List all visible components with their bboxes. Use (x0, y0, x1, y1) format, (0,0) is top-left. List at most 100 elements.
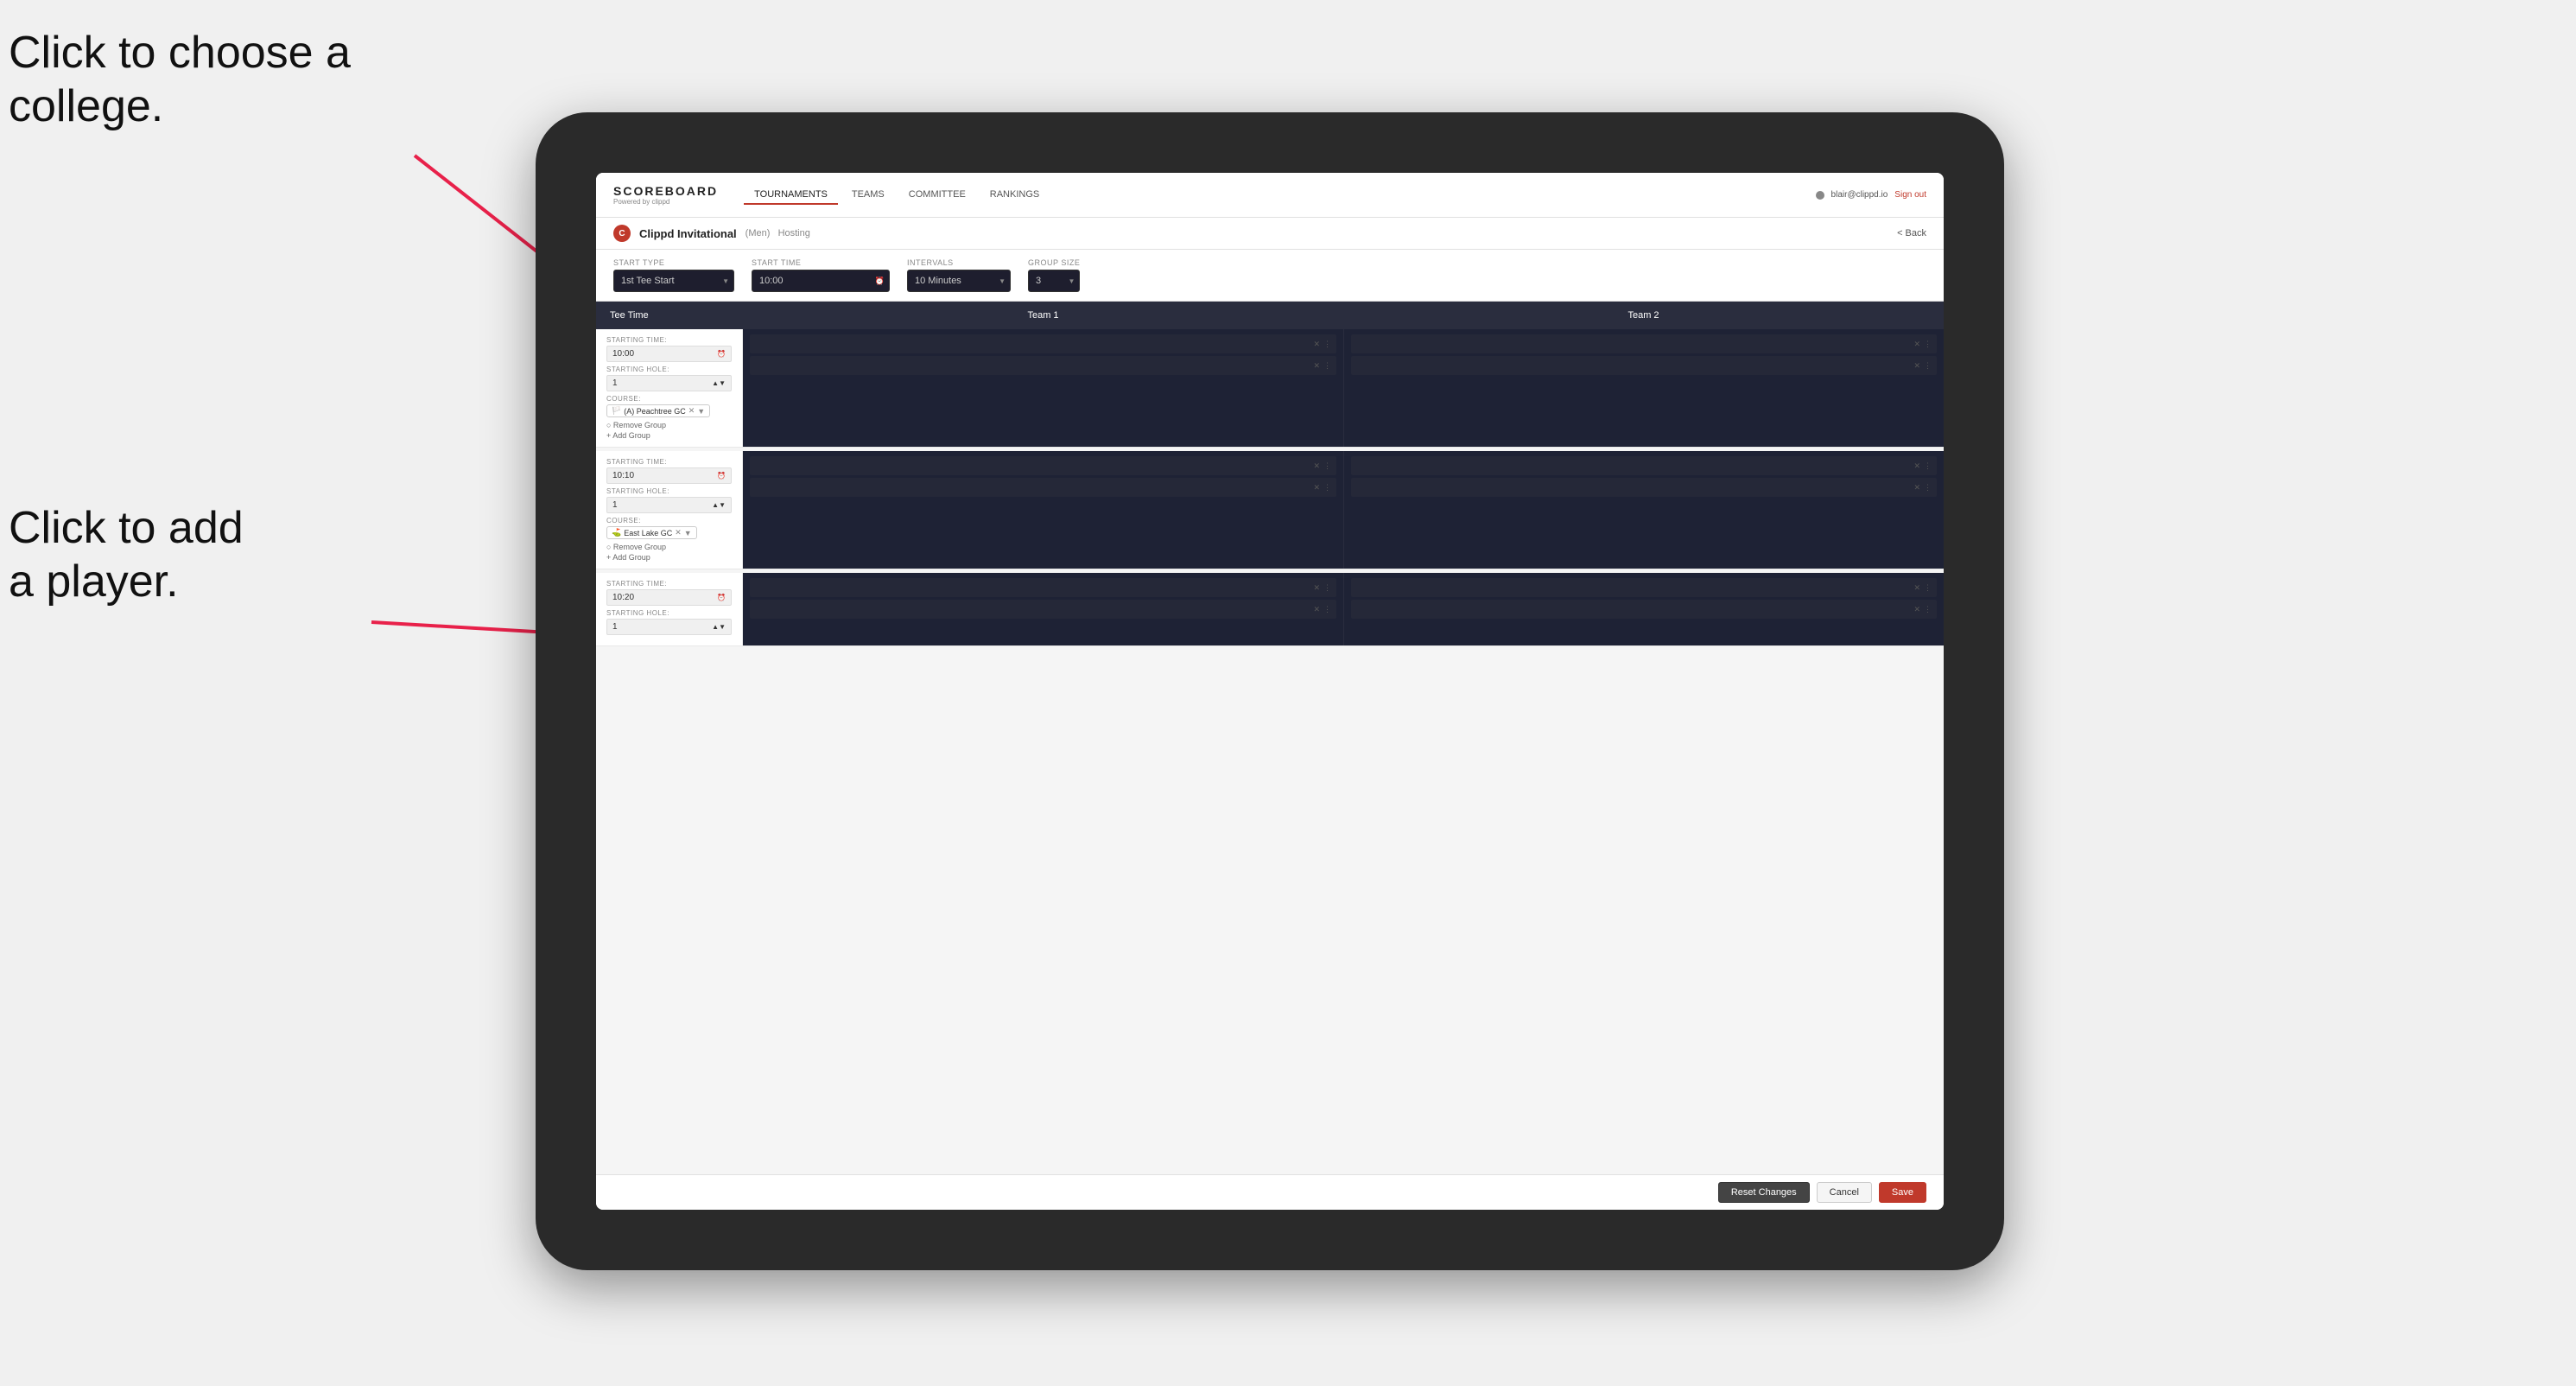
annotation-player: Click to add a player. (9, 501, 244, 609)
row3-t1-s1-x[interactable]: ✕ (1313, 583, 1320, 593)
row1-add-group[interactable]: + Add Group (606, 431, 732, 440)
row1-start-time-value[interactable]: 10:00 ⏰ (606, 346, 732, 362)
row3-team1-slot1[interactable]: ✕ ⋮ (750, 578, 1336, 597)
row2-team1-slot1[interactable]: ✕ ⋮ (750, 456, 1336, 475)
row2-t1-s1-x[interactable]: ✕ (1313, 461, 1320, 471)
start-time-label: Start Time (752, 258, 890, 267)
row1-course-tag[interactable]: 🏳️ (A) Peachtree GC ✕ ▼ (606, 404, 710, 417)
row2-team1: ✕ ⋮ ✕ ⋮ (743, 451, 1343, 569)
main-content[interactable]: STARTING TIME: 10:00 ⏰ STARTING HOLE: 1 … (596, 329, 1944, 1174)
row1-t1-s1-x[interactable]: ✕ (1313, 340, 1320, 349)
row2-course-expand[interactable]: ▼ (684, 529, 692, 537)
group-size-select-wrap: 3 4 2 ▼ (1028, 270, 1080, 292)
row2-start-time-value[interactable]: 10:10 ⏰ (606, 467, 732, 484)
start-time-group: Start Time ⏰ (752, 258, 890, 292)
row3-t1-s2-expand[interactable]: ⋮ (1323, 605, 1331, 614)
save-button[interactable]: Save (1879, 1182, 1926, 1203)
row1-course-label: COURSE: (606, 395, 732, 403)
row3-hole-label: STARTING HOLE: (606, 609, 732, 617)
cancel-button[interactable]: Cancel (1817, 1182, 1872, 1203)
row3-start-time-value[interactable]: 10:20 ⏰ (606, 589, 732, 606)
settings-form: Start Type 1st Tee Start Shotgun Start ▼… (596, 250, 1944, 302)
group-size-label: Group Size (1028, 258, 1080, 267)
row1-course-expand[interactable]: ▼ (697, 407, 705, 416)
row1-t1-s2-expand[interactable]: ⋮ (1323, 361, 1331, 371)
row2-course-row: ⛳ East Lake GC ✕ ▼ (606, 526, 732, 539)
nav-tournaments[interactable]: TOURNAMENTS (744, 186, 838, 205)
row3-t2-s1-x[interactable]: ✕ (1913, 583, 1920, 593)
start-time-wrap: ⏰ (752, 270, 890, 292)
row2-remove-group[interactable]: ○ Remove Group (606, 543, 732, 551)
row3-t1-s1-expand[interactable]: ⋮ (1323, 583, 1331, 593)
back-button[interactable]: < Back (1897, 228, 1926, 238)
row1-team2-slot2[interactable]: ✕ ⋮ (1351, 356, 1937, 375)
tee-row-2-inner: STARTING TIME: 10:10 ⏰ STARTING HOLE: 1 … (596, 451, 1944, 569)
row3-team1-slot2[interactable]: ✕ ⋮ (750, 600, 1336, 619)
row2-course-label: COURSE: (606, 517, 732, 525)
row2-course-name: East Lake GC (624, 529, 672, 537)
row2-t1-s1-expand[interactable]: ⋮ (1323, 461, 1331, 471)
group-size-select[interactable]: 3 4 2 (1028, 270, 1080, 292)
start-type-group: Start Type 1st Tee Start Shotgun Start ▼ (613, 258, 734, 292)
row2-actions: ○ Remove Group + Add Group (606, 543, 732, 562)
row3-team2: ✕ ⋮ ✕ ⋮ (1343, 573, 1944, 645)
row2-course-remove[interactable]: ✕ (675, 528, 682, 537)
row3-t2-s2-expand[interactable]: ⋮ (1924, 605, 1932, 614)
row2-t2-s1-x[interactable]: ✕ (1913, 461, 1920, 471)
row2-t1-s2-x[interactable]: ✕ (1313, 483, 1320, 493)
row1-t2-s1-expand[interactable]: ⋮ (1924, 340, 1932, 349)
clock-icon: ⏰ (875, 277, 885, 286)
nav-committee[interactable]: COMMITTEE (898, 186, 976, 205)
row1-t2-s2-expand[interactable]: ⋮ (1924, 361, 1932, 371)
row3-team2-slot2[interactable]: ✕ ⋮ (1351, 600, 1937, 619)
row2-team1-slot2[interactable]: ✕ ⋮ (750, 478, 1336, 497)
sign-out-link[interactable]: Sign out (1894, 190, 1926, 200)
row3-hole-value[interactable]: 1 ▲▼ (606, 619, 732, 635)
start-type-select[interactable]: 1st Tee Start Shotgun Start (613, 270, 734, 292)
row2-hole-value[interactable]: 1 ▲▼ (606, 497, 732, 513)
start-time-input[interactable] (752, 270, 890, 292)
tee-row-2-left: STARTING TIME: 10:10 ⏰ STARTING HOLE: 1 … (596, 451, 743, 569)
user-avatar-dot (1816, 191, 1824, 200)
row3-t2-s1-expand[interactable]: ⋮ (1924, 583, 1932, 593)
row2-start-time-label: STARTING TIME: (606, 458, 732, 466)
row1-team2-slot1[interactable]: ✕ ⋮ (1351, 334, 1937, 353)
row1-team1-slot1[interactable]: ✕ ⋮ (750, 334, 1336, 353)
row1-team1: ✕ ⋮ ✕ ⋮ (743, 329, 1343, 447)
row1-course-remove[interactable]: ✕ (688, 406, 695, 416)
row2-team2-slot1[interactable]: ✕ ⋮ (1351, 456, 1937, 475)
row2-hole-label: STARTING HOLE: (606, 487, 732, 495)
row3-t2-s2-x[interactable]: ✕ (1913, 605, 1920, 614)
row1-t2-s2-x[interactable]: ✕ (1913, 361, 1920, 371)
row1-actions: ○ Remove Group + Add Group (606, 421, 732, 440)
tee-row-2: STARTING TIME: 10:10 ⏰ STARTING HOLE: 1 … (596, 451, 1944, 569)
row2-course-tag[interactable]: ⛳ East Lake GC ✕ ▼ (606, 526, 697, 539)
reset-changes-button[interactable]: Reset Changes (1718, 1182, 1810, 1203)
row1-t2-s1-x[interactable]: ✕ (1913, 340, 1920, 349)
tee-row-3-left: STARTING TIME: 10:20 ⏰ STARTING HOLE: 1 … (596, 573, 743, 645)
nav-teams[interactable]: TEAMS (841, 186, 895, 205)
row3-t1-s2-x[interactable]: ✕ (1313, 605, 1320, 614)
row1-t1-s2-x[interactable]: ✕ (1313, 361, 1320, 371)
row3-team1: ✕ ⋮ ✕ ⋮ (743, 573, 1343, 645)
intervals-group: Intervals 10 Minutes 8 Minutes 12 Minute… (907, 258, 1011, 292)
row2-team2-slot2[interactable]: ✕ ⋮ (1351, 478, 1937, 497)
row2-t2-s2-x[interactable]: ✕ (1913, 483, 1920, 493)
row2-hole-arrow: ▲▼ (712, 501, 726, 509)
row1-hole-value[interactable]: 1 ▲▼ (606, 375, 732, 391)
row1-t1-s1-expand[interactable]: ⋮ (1323, 340, 1331, 349)
row1-course-flag: 🏳️ (612, 406, 621, 416)
nav-rankings[interactable]: RANKINGS (980, 186, 1050, 205)
row1-team1-slot2[interactable]: ✕ ⋮ (750, 356, 1336, 375)
row2-add-group[interactable]: + Add Group (606, 553, 732, 562)
row2-t1-s2-expand[interactable]: ⋮ (1323, 483, 1331, 493)
start-type-select-wrap: 1st Tee Start Shotgun Start ▼ (613, 270, 734, 292)
row3-team2-slot1[interactable]: ✕ ⋮ (1351, 578, 1937, 597)
row2-t2-s2-expand[interactable]: ⋮ (1924, 483, 1932, 493)
row1-remove-group[interactable]: ○ Remove Group (606, 421, 732, 429)
event-logo: C (613, 225, 631, 242)
intervals-select[interactable]: 10 Minutes 8 Minutes 12 Minutes (907, 270, 1011, 292)
row1-team2: ✕ ⋮ ✕ ⋮ (1343, 329, 1944, 447)
row2-t2-s1-expand[interactable]: ⋮ (1924, 461, 1932, 471)
tablet-screen: SCOREBOARD Powered by clippd TOURNAMENTS… (596, 173, 1944, 1210)
